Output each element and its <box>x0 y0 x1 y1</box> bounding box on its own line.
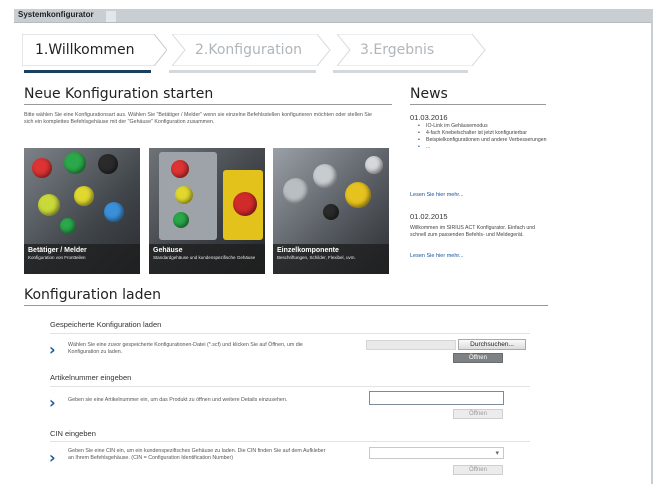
tile-subtitle: Beschriftungen, Schilder, Flexibel, uvm. <box>277 255 356 260</box>
tile-actuator-indicator[interactable]: Betätiger / Melder Konfiguration von Fro… <box>24 148 140 274</box>
cin-text: Geben Sie eine CIN ein, um ein kundenspe… <box>68 448 326 461</box>
article-number-input[interactable] <box>369 391 504 405</box>
divider <box>50 333 530 334</box>
component-image <box>323 204 339 220</box>
tile-title: Einzelkomponente <box>277 247 339 254</box>
pushbutton-image <box>74 186 94 206</box>
step-welcome[interactable]: 1.Willkommen <box>22 34 167 66</box>
divider <box>50 441 530 442</box>
pushbutton-image <box>104 202 124 222</box>
article-number-title: Artikelnummer eingeben <box>50 373 132 382</box>
article-number-text: Geben sie eine Artikelnummer ein, um das… <box>68 397 288 403</box>
step-configuration-indicator <box>169 70 316 73</box>
pushbutton-image <box>98 154 118 174</box>
browse-button[interactable]: Durchsuchen... <box>458 339 526 350</box>
window-titlebar: Systemkonfigurator <box>14 9 653 23</box>
step-result[interactable]: 3.Ergebnis <box>337 34 497 66</box>
window-title: Systemkonfigurator <box>18 10 94 19</box>
load-config-heading: Konfiguration laden <box>24 287 161 303</box>
component-image <box>283 178 309 204</box>
tile-enclosure[interactable]: Gehäuse Standardgehäuse und kundenspezif… <box>149 148 265 274</box>
step-result-indicator <box>333 70 468 73</box>
step-configuration[interactable]: 2.Konfiguration <box>172 34 332 66</box>
tile-caption: Einzelkomponente Beschriftungen, Schilde… <box>273 244 389 274</box>
pushbutton-image <box>175 186 193 204</box>
step-welcome-indicator <box>24 70 151 73</box>
chevron-right-icon: › <box>49 448 56 467</box>
divider <box>50 386 530 387</box>
open-article-button[interactable]: Öffnen <box>453 409 503 419</box>
news-text: Willkommen im SIRIUS ACT Konfigurator. E… <box>410 225 536 238</box>
tile-caption: Gehäuse Standardgehäuse und kundenspezif… <box>149 244 265 274</box>
pushbutton-image <box>171 160 189 178</box>
open-saved-config-button[interactable]: Öffnen <box>453 353 503 363</box>
news-heading: News <box>410 86 448 102</box>
tile-caption: Betätiger / Melder Konfiguration von Fro… <box>24 244 140 274</box>
step-welcome-label: 1.Willkommen <box>35 42 135 58</box>
divider <box>24 305 548 306</box>
saved-config-text: Wählen Sie eine zuvor gespeicherte Konfi… <box>68 342 303 355</box>
news-bullet: ... <box>418 144 548 151</box>
pushbutton-image <box>32 158 52 178</box>
chevron-down-icon: ▾ <box>495 450 499 457</box>
pushbutton-image <box>38 194 60 216</box>
step-result-label: 3.Ergebnis <box>360 42 435 58</box>
new-config-intro: Bitte wählen Sie eine Konfigurationsart … <box>24 112 372 125</box>
component-image <box>365 156 383 174</box>
news-date: 01.02.2015 <box>410 212 448 221</box>
tile-subtitle: Standardgehäuse und kundenspezifische Ge… <box>153 255 256 260</box>
tile-title: Gehäuse <box>153 247 183 254</box>
cin-title: CIN eingeben <box>50 429 96 438</box>
component-image <box>345 182 371 208</box>
news-bullet: IO-Link im Gehäusemodus <box>418 123 548 130</box>
pushbutton-image <box>64 152 86 174</box>
chevron-right-icon: › <box>49 393 56 412</box>
component-image <box>313 164 337 188</box>
title-tab-stub <box>106 11 116 22</box>
news-date: 01.03.2016 <box>410 113 448 122</box>
pushbutton-image <box>173 212 189 228</box>
news-bullet-list: IO-Link im Gehäusemodus 4-fach Knebelsch… <box>418 123 548 151</box>
tile-single-component[interactable]: Einzelkomponente Beschriftungen, Schilde… <box>273 148 389 274</box>
divider <box>24 104 392 105</box>
saved-config-title: Gespeicherte Konfiguration laden <box>50 320 162 329</box>
chevron-right-icon: › <box>49 340 56 359</box>
cin-select[interactable]: ▾ <box>369 447 504 459</box>
wizard-steps: 1.Willkommen 2.Konfiguration 3.Ergebnis <box>22 34 542 68</box>
emergency-stop-image <box>233 192 257 216</box>
file-path-field[interactable] <box>366 340 456 350</box>
divider <box>410 104 546 105</box>
open-cin-button[interactable]: Öffnen <box>453 465 503 475</box>
tile-title: Betätiger / Melder <box>28 247 87 254</box>
new-config-heading: Neue Konfiguration starten <box>24 86 214 102</box>
news-bullet: Beispielkonfigurationen und andere Verbe… <box>418 137 548 144</box>
tile-subtitle: Konfiguration von Frontteilen <box>28 255 86 260</box>
step-configuration-label: 2.Konfiguration <box>195 42 303 58</box>
pushbutton-image <box>60 218 76 234</box>
news-read-more-link[interactable]: Lesen Sie hier mehr... <box>410 253 464 259</box>
news-bullet: 4-fach Knebelschalter ist jetzt konfigur… <box>418 130 548 137</box>
news-read-more-link[interactable]: Lesen Sie hier mehr... <box>410 192 464 198</box>
